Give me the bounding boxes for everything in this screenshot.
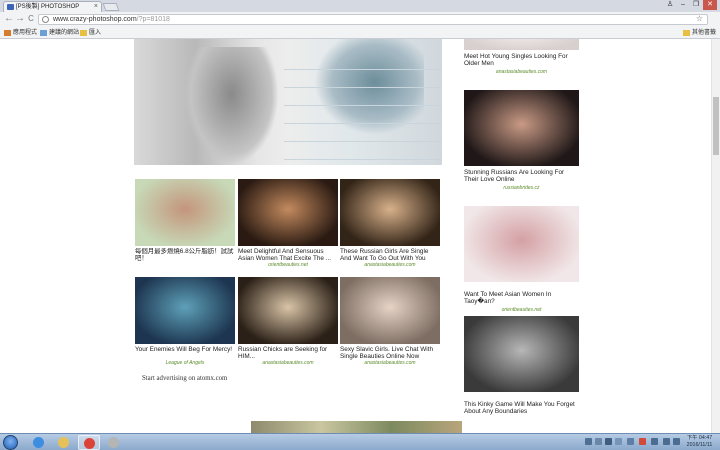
sidebar-ad-card[interactable]: This Kinky Game Will Make You Forget Abo…	[464, 316, 579, 415]
ad-title[interactable]: Your Enemies Will Beg For Mercy!	[135, 346, 235, 360]
ad-card[interactable]: 每個月最多燃燒6.8公斤脂肪！試試吧！	[135, 179, 235, 262]
ad-thumbnail[interactable]	[135, 277, 235, 344]
sidebar-ad-title[interactable]: This Kinky Game Will Make You Forget Abo…	[464, 401, 579, 415]
page-icon	[40, 30, 47, 36]
sidebar-ad-title[interactable]: Stunning Russians Are Looking For Their …	[464, 169, 579, 183]
clock-date: 2016/11/11	[686, 442, 713, 448]
ad-source[interactable]: orientbeauties.net	[238, 262, 338, 268]
address-bar[interactable]: www.crazy-photoshop.com/?p=81018 ☆	[38, 14, 708, 25]
sidebar-ad-thumbnail[interactable]	[464, 316, 579, 392]
ad-card[interactable]: Sexy Slavic Girls. Live Chat With Single…	[340, 277, 440, 366]
tab-title: [PS後製] PHOTOSHOP	[16, 4, 80, 10]
tab-close-icon[interactable]: ×	[94, 2, 98, 12]
tray-app-icon[interactable]	[605, 438, 612, 445]
paint-icon	[108, 437, 119, 448]
bookmark-label: 應用程式	[13, 30, 38, 36]
ad-card[interactable]: Meet Delightful And Sensuous Asian Women…	[238, 179, 338, 268]
tray-chevron-icon[interactable]	[627, 438, 634, 445]
internet-explorer-icon	[33, 437, 44, 448]
sidebar-ad-source[interactable]: anastasiabeauties.com	[464, 69, 579, 75]
system-tray	[585, 438, 681, 447]
bottom-banner-image[interactable]	[251, 421, 462, 433]
folder-icon	[58, 437, 69, 448]
scrollbar-thumb[interactable]	[713, 97, 719, 155]
url-path: /?p=81018	[136, 16, 170, 23]
article-sketch-image	[134, 39, 442, 165]
ad-thumbnail[interactable]	[238, 277, 338, 344]
bookmark-star-icon[interactable]: ☆	[696, 14, 703, 23]
chrome-icon	[84, 438, 95, 449]
page-viewport: 每個月最多燃燒6.8公斤脂肪！試試吧！ Meet Delightful And …	[0, 39, 711, 433]
new-tab-button[interactable]	[102, 3, 120, 11]
ad-thumbnail[interactable]	[238, 179, 338, 246]
sidebar-ad-thumbnail[interactable]	[464, 206, 579, 282]
ad-source[interactable]: anastasiabeauties.com	[340, 262, 440, 268]
start-button[interactable]	[3, 435, 18, 450]
folder-icon	[683, 30, 690, 36]
maximize-button[interactable]: ❐	[690, 0, 702, 10]
clock-time: 下午 04:47	[686, 435, 713, 441]
sidebar-ad-source[interactable]: orientbeauties.net	[464, 307, 579, 313]
ad-source[interactable]: anastasiabeauties.com	[238, 360, 338, 366]
apps-grid-icon	[4, 30, 11, 36]
sidebar-ad-title[interactable]: Meet Hot Young Singles Looking For Older…	[464, 53, 579, 67]
tray-alert-icon[interactable]	[639, 438, 646, 445]
taskbar-app-chrome[interactable]	[78, 435, 100, 450]
ad-card[interactable]: Your Enemies Will Beg For Mercy! League …	[135, 277, 235, 366]
reload-button[interactable]: C	[25, 13, 37, 25]
sidebar-ad-source[interactable]: russianbrides.cz	[464, 185, 579, 191]
url-text[interactable]: www.crazy-photoshop.com/?p=81018	[53, 15, 170, 25]
ad-title[interactable]: Meet Delightful And Sensuous Asian Women…	[238, 248, 338, 262]
tray-keyboard-icon[interactable]	[585, 438, 592, 445]
ad-title[interactable]: Russian Chicks are Seeking for HIM...	[238, 346, 338, 360]
page-info-icon[interactable]	[42, 16, 49, 23]
bookmarks-bar: 應用程式 建議的網站 匯入 其他書籤	[0, 27, 720, 39]
sidebar-ad-card[interactable]: Meet Hot Young Singles Looking For Older…	[464, 39, 579, 75]
tray-volume-icon[interactable]	[663, 438, 670, 445]
start-advertising-link[interactable]: Start advertising on atomx.com	[142, 375, 227, 382]
taskbar-app-ie[interactable]	[28, 435, 50, 450]
taskbar-app-explorer[interactable]	[53, 435, 75, 450]
ad-title[interactable]: Sexy Slavic Girls. Live Chat With Single…	[340, 346, 440, 360]
taskbar-app-paint[interactable]	[103, 435, 125, 450]
bookmark-apps[interactable]: 應用程式	[4, 28, 37, 38]
ad-title[interactable]: 每個月最多燃燒6.8公斤脂肪！試試吧！	[135, 248, 235, 262]
sidebar-ad-thumbnail[interactable]	[464, 90, 579, 166]
sidebar-ad-title[interactable]: Want To Meet Asian Women In Taoy�an?	[464, 291, 579, 305]
page-scrollbar[interactable]	[711, 39, 720, 433]
ad-title[interactable]: These Russian Girls Are Single And Want …	[340, 248, 440, 262]
bookmark-label: 其他書籤	[692, 30, 717, 36]
system-clock[interactable]: 下午 04:47 2016/11/11	[682, 435, 717, 449]
bookmark-other[interactable]: 其他書籤	[683, 28, 716, 38]
ad-thumbnail[interactable]	[135, 179, 235, 246]
minimize-button[interactable]: –	[677, 0, 689, 10]
browser-tab-strip: [PS後製] PHOTOSHOP × ♙ – ❐ ✕	[0, 0, 720, 12]
profile-icon[interactable]: ♙	[664, 0, 676, 10]
close-window-button[interactable]: ✕	[703, 0, 717, 10]
site-favicon-icon	[7, 4, 14, 10]
tray-network-icon[interactable]	[651, 438, 658, 445]
sidebar-ad-thumbnail[interactable]	[464, 39, 579, 50]
sketch-figure-left	[184, 47, 279, 165]
ad-source[interactable]: League of Angels	[135, 360, 235, 366]
ad-thumbnail[interactable]	[340, 179, 440, 246]
sidebar-ad-card[interactable]: Want To Meet Asian Women In Taoy�an? ori…	[464, 206, 579, 313]
ad-card[interactable]: Russian Chicks are Seeking for HIM... an…	[238, 277, 338, 366]
sidebar-ad-card[interactable]: Stunning Russians Are Looking For Their …	[464, 90, 579, 191]
folder-icon	[80, 30, 87, 36]
tray-language-icon[interactable]	[595, 438, 602, 445]
tray-flag-icon[interactable]	[673, 438, 680, 445]
bookmark-import[interactable]: 匯入	[80, 28, 101, 38]
ad-card[interactable]: These Russian Girls Are Single And Want …	[340, 179, 440, 268]
bookmark-suggested[interactable]: 建議的網站	[40, 28, 79, 38]
bookmark-label: 建議的網站	[49, 30, 80, 36]
url-host: www.crazy-photoshop.com	[53, 16, 137, 23]
tray-app-icon[interactable]	[615, 438, 622, 445]
ad-thumbnail[interactable]	[340, 277, 440, 344]
tab-active[interactable]: [PS後製] PHOTOSHOP ×	[3, 1, 102, 12]
ad-source[interactable]: anastasiabeauties.com	[340, 360, 440, 366]
windows-taskbar: 下午 04:47 2016/11/11	[0, 433, 720, 450]
bookmark-label: 匯入	[89, 30, 102, 36]
